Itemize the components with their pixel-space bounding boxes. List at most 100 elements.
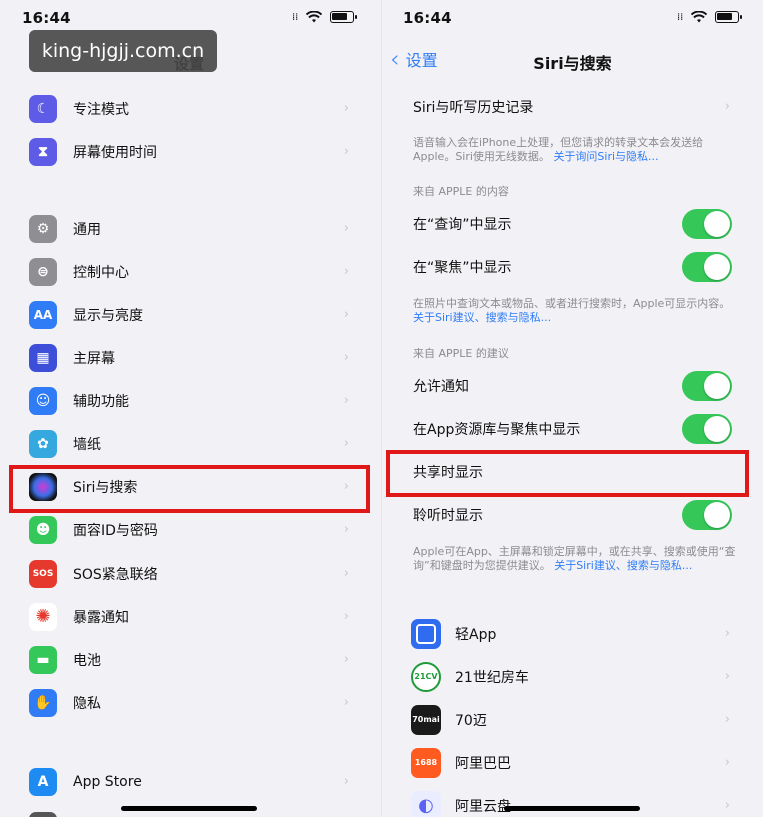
allow-notifications-toggle[interactable] bbox=[682, 370, 732, 401]
status-time: 16:44 bbox=[403, 9, 452, 27]
chevron-right-icon: › bbox=[724, 755, 730, 770]
light-app-icon bbox=[411, 618, 441, 649]
show-when-listening-row: 聆听时显示 bbox=[382, 493, 763, 536]
chevron-right-icon: › bbox=[724, 798, 730, 813]
settings-item-label: 主屏幕 bbox=[73, 350, 115, 367]
settings-item-exposure[interactable]: ✺ 暴露通知 › bbox=[0, 595, 381, 638]
settings-item-home-screen[interactable]: ▦ 主屏幕 › bbox=[0, 336, 381, 379]
row-label: Siri与听写历史记录 bbox=[413, 99, 534, 116]
app-label: 21世纪房车 bbox=[455, 669, 529, 686]
show-in-app-library-row: 在App资源库与聚焦中显示 bbox=[382, 407, 763, 450]
battery-status-icon bbox=[330, 11, 358, 23]
app-label: 70迈 bbox=[455, 712, 487, 729]
chevron-right-icon: › bbox=[343, 774, 349, 789]
alibaba-icon: 1688 bbox=[411, 747, 441, 778]
show-in-lookup-toggle[interactable] bbox=[682, 208, 732, 239]
app-row[interactable]: 轻App › bbox=[382, 612, 763, 655]
settings-item-general[interactable]: ⚙ 通用 › bbox=[0, 207, 381, 250]
row-label: 在“聚焦”中显示 bbox=[413, 259, 512, 276]
exposure-icon: ✺ bbox=[29, 602, 57, 631]
app-label: 阿里云盘 bbox=[455, 798, 511, 815]
suggestions-privacy-link[interactable]: 关于Siri建议、搜索与隐私... bbox=[413, 311, 551, 324]
suggestions-privacy-link[interactable]: 关于Siri建议、搜索与隐私... bbox=[554, 559, 692, 572]
settings-item-label: 屏幕使用时间 bbox=[73, 144, 157, 161]
siri-search-panel: 16:44 ⁞⁞ ‹ 设置 Siri与搜索 Siri与听写历史记录 › 语音输入… bbox=[382, 0, 763, 817]
aliyun-drive-icon: ◐ bbox=[411, 790, 441, 817]
chevron-right-icon: › bbox=[343, 522, 349, 537]
siri-history-row[interactable]: Siri与听写历史记录 › bbox=[382, 85, 763, 128]
chevron-right-icon: › bbox=[343, 436, 349, 451]
settings-item-label: 显示与亮度 bbox=[73, 307, 143, 324]
chevron-right-icon: › bbox=[724, 99, 730, 114]
settings-item-display[interactable]: AA 显示与亮度 › bbox=[0, 293, 381, 336]
toggles-icon: ⊜ bbox=[29, 257, 57, 286]
wifi-icon bbox=[306, 11, 323, 23]
hand-icon: ✋ bbox=[29, 688, 57, 717]
home-indicator bbox=[504, 806, 640, 811]
signal-icon: ⁞⁞ bbox=[677, 11, 684, 23]
settings-item-wallpaper[interactable]: ✿ 墙纸 › bbox=[0, 422, 381, 465]
watermark: king-hjgjj.com.cn bbox=[29, 30, 217, 72]
chevron-right-icon: › bbox=[343, 350, 349, 365]
show-when-listening-toggle[interactable] bbox=[682, 499, 732, 530]
hourglass-icon: ⧗ bbox=[29, 137, 57, 166]
allow-notifications-row: 允许通知 bbox=[382, 364, 763, 407]
face-id-icon: ☻ bbox=[29, 515, 57, 544]
siri-privacy-note: 语音输入会在iPhone上处理，但您请求的转录文本会发送给Apple。Siri使… bbox=[413, 136, 743, 164]
battery-status-icon bbox=[715, 11, 743, 23]
settings-item-app-store[interactable]: A App Store › bbox=[0, 760, 381, 803]
chevron-right-icon: › bbox=[724, 669, 730, 684]
app-row[interactable]: 70mai 70迈 › bbox=[382, 698, 763, 741]
home-indicator bbox=[121, 806, 257, 811]
settings-item-face-id[interactable]: ☻ 面容ID与密码 › bbox=[0, 508, 381, 551]
app-row[interactable]: 1688 阿里巴巴 › bbox=[382, 741, 763, 784]
sos-icon: SOS bbox=[29, 559, 57, 588]
note-text: 在照片中查询文本或物品、或者进行搜索时，Apple可显示内容。 bbox=[413, 297, 731, 310]
flower-icon: ✿ bbox=[29, 429, 57, 458]
chevron-right-icon: › bbox=[343, 264, 349, 279]
settings-item-label: 辅助功能 bbox=[73, 393, 129, 410]
settings-item-sos[interactable]: SOS SOS紧急联络 › bbox=[0, 552, 381, 595]
highlight-box bbox=[9, 465, 370, 513]
settings-item-label: 电池 bbox=[73, 652, 101, 669]
app-icon bbox=[29, 811, 57, 817]
app-row[interactable]: 21CV 21世纪房车 › bbox=[382, 655, 763, 698]
home-grid-icon: ▦ bbox=[29, 343, 57, 372]
settings-item-screen-time[interactable]: ⧗ 屏幕使用时间 › bbox=[0, 130, 381, 173]
accessibility-icon: ☺ bbox=[29, 386, 57, 415]
show-in-lookup-row: 在“查询”中显示 bbox=[382, 202, 763, 245]
gear-icon: ⚙ bbox=[29, 214, 57, 243]
settings-item-focus[interactable]: ☾ 专注模式 › bbox=[0, 87, 381, 130]
chevron-right-icon: › bbox=[343, 101, 349, 116]
show-in-app-library-toggle[interactable] bbox=[682, 413, 732, 444]
wifi-icon bbox=[691, 11, 708, 23]
show-in-spotlight-toggle[interactable] bbox=[682, 251, 732, 282]
app-label: 阿里巴巴 bbox=[455, 755, 511, 772]
settings-item-label: 暴露通知 bbox=[73, 609, 129, 626]
settings-item-label: 专注模式 bbox=[73, 101, 129, 118]
chevron-right-icon: › bbox=[343, 566, 349, 581]
content-note: 在照片中查询文本或物品、或者进行搜索时，Apple可显示内容。 关于Siri建议… bbox=[413, 297, 743, 325]
chevron-right-icon: › bbox=[343, 609, 349, 624]
settings-item-label: 墙纸 bbox=[73, 436, 101, 453]
signal-icon: ⁞⁞ bbox=[292, 11, 299, 23]
row-label: 在App资源库与聚焦中显示 bbox=[413, 421, 581, 438]
chevron-right-icon: › bbox=[343, 307, 349, 322]
settings-item-privacy[interactable]: ✋ 隐私 › bbox=[0, 681, 381, 724]
status-icons: ⁞⁞ bbox=[292, 11, 358, 23]
section-header: 来自 APPLE 的建议 bbox=[413, 347, 509, 360]
settings-item-battery[interactable]: ▬ 电池 › bbox=[0, 638, 381, 681]
settings-item-accessibility[interactable]: ☺ 辅助功能 › bbox=[0, 379, 381, 422]
status-time: 16:44 bbox=[22, 9, 71, 27]
status-icons: ⁞⁞ bbox=[677, 11, 743, 23]
siri-privacy-link[interactable]: 关于询问Siri与隐私... bbox=[553, 150, 658, 163]
page-title: Siri与搜索 bbox=[533, 54, 612, 73]
text-size-icon: AA bbox=[29, 300, 57, 329]
settings-item-label: App Store bbox=[73, 773, 142, 790]
settings-item-label: SOS紧急联络 bbox=[73, 566, 158, 583]
row-label: 允许通知 bbox=[413, 378, 469, 395]
settings-item-control-center[interactable]: ⊜ 控制中心 › bbox=[0, 250, 381, 293]
row-label: 聆听时显示 bbox=[413, 507, 483, 524]
row-label: 在“查询”中显示 bbox=[413, 216, 512, 233]
app-row[interactable]: ◐ 阿里云盘 › bbox=[382, 784, 763, 817]
